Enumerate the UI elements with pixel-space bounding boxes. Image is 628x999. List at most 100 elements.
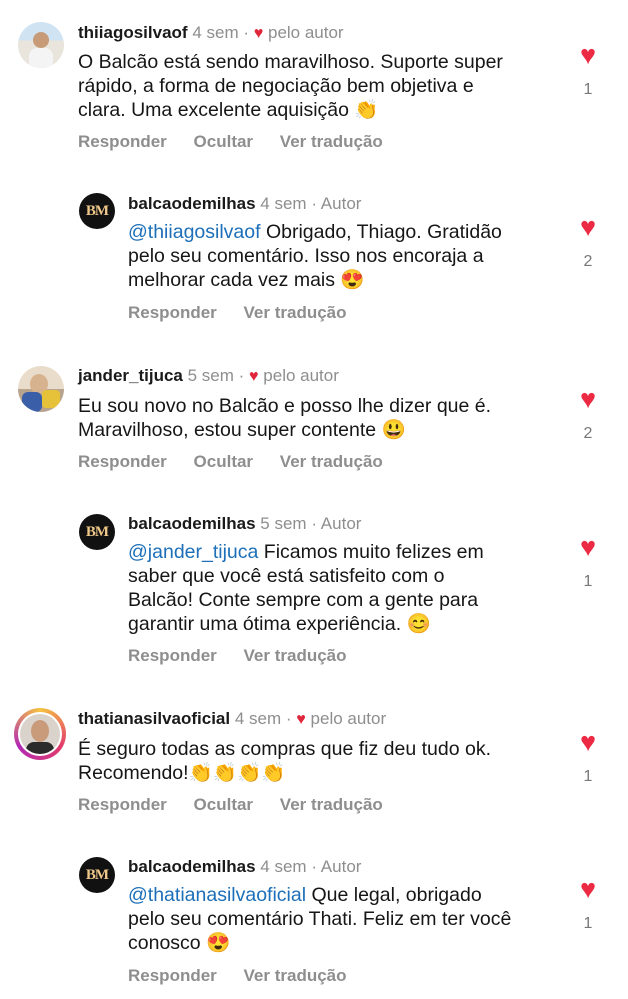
heart-icon[interactable]: ♥ bbox=[572, 534, 604, 561]
username[interactable]: balcaodemilhas bbox=[128, 514, 256, 533]
comment-line: O Balcão está sendo maravilhoso. Suporte… bbox=[78, 51, 503, 73]
comment-line: É seguro todas as compras que fiz deu tu… bbox=[78, 738, 491, 760]
timestamp: 5 sem bbox=[187, 366, 234, 385]
timestamp: 4 sem bbox=[192, 23, 239, 42]
timestamp: 4 sem bbox=[234, 709, 282, 728]
comment-meta: balcaodemilhas 4 sem · Autor bbox=[128, 857, 361, 877]
like-control: ♥ 1 bbox=[572, 42, 604, 99]
hide-button[interactable]: Ocultar bbox=[194, 452, 254, 471]
translate-button[interactable]: Ver tradução bbox=[280, 132, 383, 151]
brand-logo: BM bbox=[85, 202, 109, 219]
mention-link[interactable]: @jander_tijuca bbox=[128, 541, 258, 563]
hide-button[interactable]: Ocultar bbox=[194, 795, 254, 814]
avatar-figure-body bbox=[22, 392, 42, 412]
comment-line: Maravilhoso, estou super contente 😃 bbox=[78, 419, 406, 441]
comment-text: @jander_tijuca Ficamos muito felizes em … bbox=[128, 540, 484, 636]
author-tag: Autor bbox=[320, 857, 362, 876]
heart-icon[interactable]: ♥ bbox=[572, 386, 604, 413]
avatar-photo bbox=[18, 712, 62, 756]
separator-dot: · bbox=[243, 23, 250, 42]
translate-button[interactable]: Ver tradução bbox=[280, 795, 383, 814]
like-count: 1 bbox=[583, 81, 593, 98]
comment-meta: jander_tijuca 5 sem · ♥ pelo autor bbox=[78, 366, 339, 386]
comment-actions: Responder Ver tradução bbox=[128, 966, 369, 986]
author-tag: pelo autor bbox=[310, 709, 387, 728]
avatar[interactable]: BM bbox=[79, 857, 115, 893]
translate-button[interactable]: Ver tradução bbox=[244, 303, 347, 322]
separator-dot: · bbox=[311, 514, 317, 533]
username[interactable]: thiiagosilvaof bbox=[78, 23, 188, 42]
like-count: 1 bbox=[583, 915, 593, 932]
comment-text: É seguro todas as compras que fiz deu tu… bbox=[78, 737, 491, 785]
avatar-figure bbox=[31, 720, 49, 742]
brand-logo: BM bbox=[85, 523, 109, 540]
author-tag: Autor bbox=[320, 514, 362, 533]
like-count: 2 bbox=[583, 253, 593, 270]
separator-dot: · bbox=[285, 709, 292, 728]
heart-icon: ♥ bbox=[296, 711, 306, 728]
comment-line: @thatianasilvaoficial Que legal, obrigad… bbox=[128, 883, 511, 907]
comment-line: pelo seu comentário Thati. Feliz em ter … bbox=[128, 908, 512, 930]
username[interactable]: thatianasilvaoficial bbox=[78, 709, 230, 728]
separator-dot: · bbox=[311, 857, 317, 876]
comment-meta: thatianasilvaoficial 4 sem · ♥ pelo auto… bbox=[78, 709, 386, 729]
timestamp: 5 sem bbox=[260, 514, 307, 533]
avatar-figure-body bbox=[29, 48, 53, 68]
comment-text: @thatianasilvaoficial Que legal, obrigad… bbox=[128, 883, 511, 955]
author-tag: Autor bbox=[320, 194, 362, 213]
mention-link[interactable]: @thatianasilvaoficial bbox=[128, 884, 306, 906]
comment-text: Eu sou novo no Balcão e posso lhe dizer … bbox=[78, 394, 491, 442]
comment-line-text: Obrigado, Thiago. Gratidão bbox=[260, 221, 502, 243]
avatar[interactable] bbox=[18, 22, 64, 68]
like-count: 1 bbox=[583, 573, 593, 590]
author-tag: pelo autor bbox=[263, 366, 339, 385]
avatar[interactable] bbox=[18, 366, 64, 412]
separator-dot: · bbox=[311, 194, 317, 213]
comment-text: @thiiagosilvaof Obrigado, Thiago. Gratid… bbox=[128, 220, 502, 292]
comment-line: pelo seu comentário. Isso nos encoraja a bbox=[128, 245, 484, 267]
comment-meta: thiiagosilvaof 4 sem · ♥ pelo autor bbox=[78, 23, 344, 43]
comment-actions: Responder Ocultar Ver tradução bbox=[78, 132, 405, 152]
username[interactable]: balcaodemilhas bbox=[128, 857, 256, 876]
heart-icon[interactable]: ♥ bbox=[572, 42, 604, 69]
like-count: 2 bbox=[583, 425, 593, 442]
comment-actions: Responder Ocultar Ver tradução bbox=[78, 452, 405, 472]
mention-link[interactable]: @thiiagosilvaof bbox=[128, 221, 261, 243]
comment-line: @thiiagosilvaof Obrigado, Thiago. Gratid… bbox=[128, 220, 502, 244]
comment-actions: Responder Ver tradução bbox=[128, 646, 369, 666]
comment-actions: Responder Ocultar Ver tradução bbox=[78, 795, 405, 815]
heart-icon: ♥ bbox=[249, 368, 259, 385]
comment-meta: balcaodemilhas 5 sem · Autor bbox=[128, 514, 361, 534]
avatar[interactable]: BM bbox=[79, 193, 115, 229]
username[interactable]: jander_tijuca bbox=[78, 366, 183, 385]
reply-button[interactable]: Responder bbox=[78, 452, 167, 471]
avatar[interactable]: BM bbox=[79, 514, 115, 550]
heart-icon[interactable]: ♥ bbox=[572, 214, 604, 241]
avatar-photo-inner bbox=[20, 714, 60, 754]
brand-logo: BM bbox=[85, 866, 109, 883]
timestamp: 4 sem bbox=[260, 194, 307, 213]
reply-button[interactable]: Responder bbox=[128, 966, 217, 985]
heart-icon[interactable]: ♥ bbox=[572, 729, 604, 756]
heart-icon[interactable]: ♥ bbox=[572, 876, 604, 903]
avatar-figure-body bbox=[26, 742, 54, 754]
comment-line: Recomendo!👏👏👏👏 bbox=[78, 762, 286, 784]
like-control: ♥ 1 bbox=[572, 876, 604, 933]
translate-button[interactable]: Ver tradução bbox=[280, 452, 383, 471]
like-control: ♥ 2 bbox=[572, 386, 604, 443]
translate-button[interactable]: Ver tradução bbox=[244, 966, 347, 985]
translate-button[interactable]: Ver tradução bbox=[244, 646, 347, 665]
hide-button[interactable]: Ocultar bbox=[194, 132, 254, 151]
avatar[interactable] bbox=[14, 708, 66, 760]
avatar-detail bbox=[42, 390, 60, 408]
reply-button[interactable]: Responder bbox=[78, 795, 167, 814]
comment-line: melhorar cada vez mais 😍 bbox=[128, 269, 365, 291]
like-control: ♥ 2 bbox=[572, 214, 604, 271]
username[interactable]: balcaodemilhas bbox=[128, 194, 256, 213]
reply-button[interactable]: Responder bbox=[78, 132, 167, 151]
comment-line: clara. Uma excelente aquisição 👏 bbox=[78, 99, 379, 121]
reply-button[interactable]: Responder bbox=[128, 646, 217, 665]
comment-line: rápido, a forma de negociação bem objeti… bbox=[78, 75, 474, 97]
comment-actions: Responder Ver tradução bbox=[128, 303, 369, 323]
reply-button[interactable]: Responder bbox=[128, 303, 217, 322]
